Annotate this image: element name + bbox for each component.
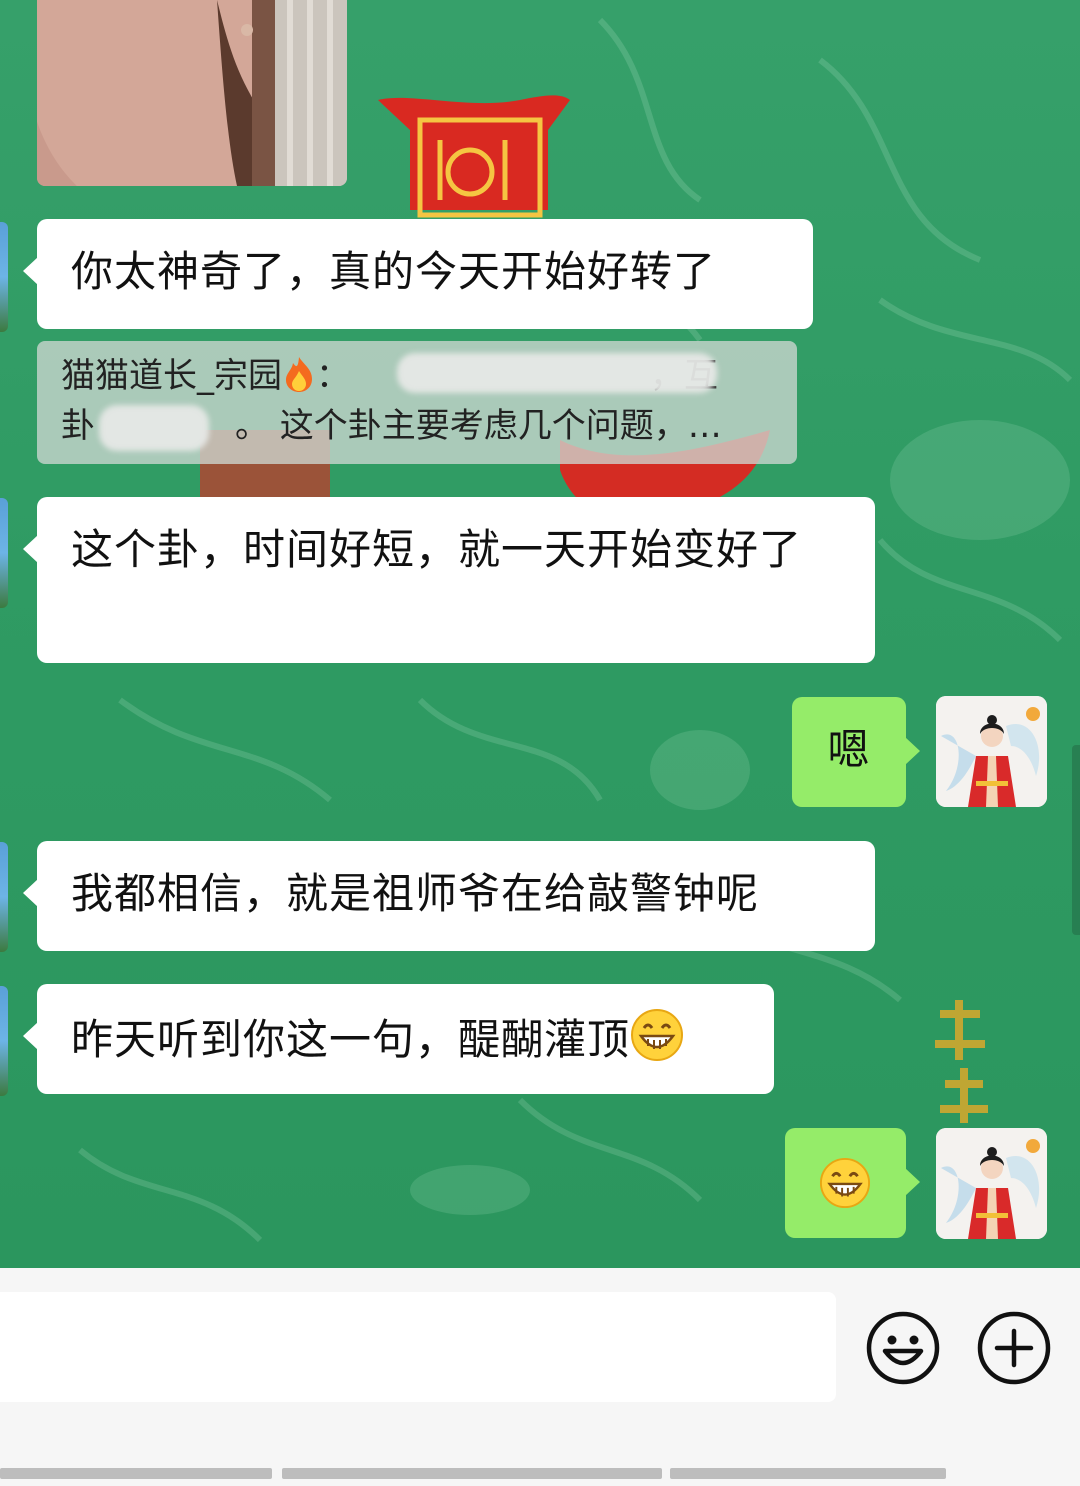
message-input[interactable] [0, 1292, 836, 1402]
message-text: 我都相信，就是祖师爷在给敲警钟呢 [71, 869, 760, 918]
message-text: 嗯 [827, 725, 871, 774]
redacted-blur [99, 405, 209, 451]
emoji-button[interactable] [866, 1311, 940, 1385]
message-bubble-incoming[interactable]: 这个卦，时间好短，就一天开始变好了 [23, 497, 875, 663]
message-text: 你太神奇了，真的今天开始好转了 [71, 247, 717, 296]
scrollbar[interactable] [1072, 745, 1080, 935]
message-text: 昨天听到你这一句，醍醐灌顶 [71, 1015, 631, 1064]
chat-message-area[interactable]: 你太神奇了，真的今天开始好转了 猫猫道长_宗园：，互 卦。 这个卦主要考虑几个问… [0, 0, 1080, 1268]
my-avatar[interactable] [936, 1128, 1047, 1239]
bottom-indicator-segment [0, 1468, 272, 1479]
image-message-photo[interactable] [37, 0, 347, 186]
message-bubble-incoming[interactable]: 昨天听到你这一句，醍醐灌顶 [23, 984, 774, 1094]
wallpaper-seal-ornament [378, 95, 570, 218]
my-avatar[interactable] [936, 696, 1047, 807]
avatar-illustration [936, 1128, 1047, 1239]
quoted-message[interactable]: 猫猫道长_宗园：，互 卦。 这个卦主要考虑几个问题，… [37, 341, 797, 464]
photo-content [37, 0, 347, 186]
avatar-illustration [936, 696, 1047, 807]
message-bubble-outgoing[interactable]: 嗯 [792, 697, 920, 807]
message-bubble-incoming[interactable]: 我都相信，就是祖师爷在给敲警钟呢 [23, 841, 875, 951]
bottom-indicator-segment [670, 1468, 946, 1479]
redacted-blur [397, 353, 717, 393]
bottom-indicator-segment [282, 1468, 662, 1479]
message-bubble-outgoing[interactable] [785, 1128, 920, 1238]
more-functions-button[interactable] [977, 1311, 1051, 1385]
message-text: 这个卦，时间好短，就一天开始变好了 [71, 525, 803, 574]
fire-emoji-icon [282, 356, 316, 396]
chat-screen: 你太神奇了，真的今天开始好转了 猫猫道长_宗园：，互 卦。 这个卦主要考虑几个问… [0, 0, 1080, 1486]
sender-avatar[interactable] [0, 222, 8, 332]
smiley-face-icon [866, 1311, 940, 1385]
sender-avatar[interactable] [0, 498, 8, 608]
plus-circle-icon [977, 1311, 1051, 1385]
message-bubble-incoming[interactable]: 你太神奇了，真的今天开始好转了 [23, 219, 813, 329]
quote-sender: 猫猫道长_宗园 [61, 356, 282, 396]
grinning-face-emoji-icon [630, 1008, 684, 1077]
sender-avatar[interactable] [0, 842, 8, 952]
quote-preview-text: 。 这个卦主要考虑几个问题，… [235, 406, 722, 446]
chat-input-bar [0, 1268, 1080, 1486]
grinning-face-emoji-icon [819, 1157, 871, 1224]
quote-line2-start: 卦 [61, 406, 95, 446]
quote-colon: ： [316, 356, 350, 396]
sender-avatar[interactable] [0, 986, 8, 1096]
